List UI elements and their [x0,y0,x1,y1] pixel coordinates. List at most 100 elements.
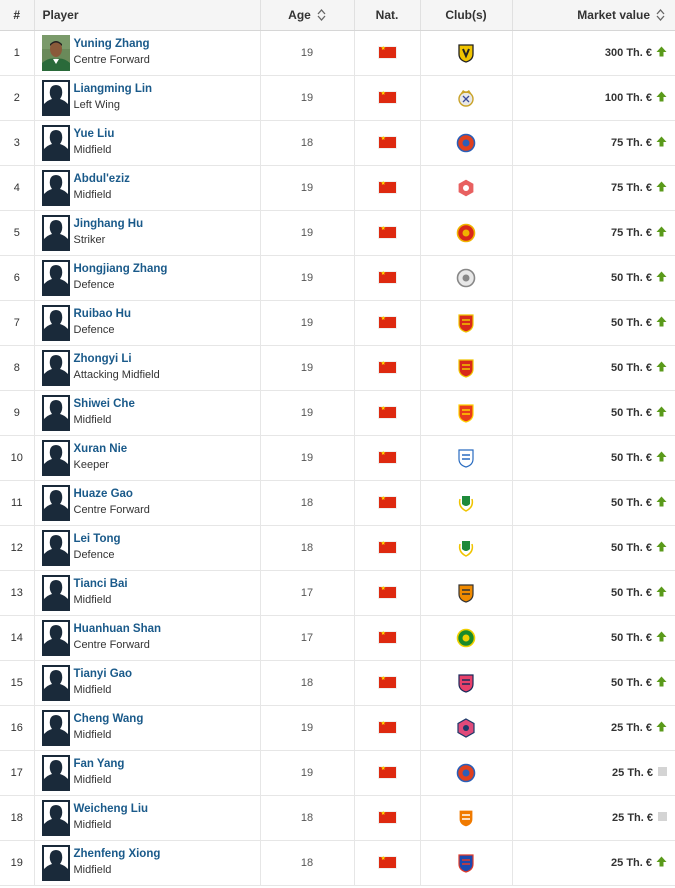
player-photo[interactable] [41,124,70,161]
nationality-cell [354,750,421,796]
table-row: 7Ruibao HuDefence1950 Th. € [0,300,675,346]
round-red-blue-crest-icon[interactable] [456,133,476,152]
red-crown-shield-crest-icon[interactable] [456,403,476,423]
sort-icon[interactable] [656,8,665,21]
china-flag-icon[interactable] [378,765,396,779]
player-photo[interactable] [41,574,70,611]
red-round-crest-icon[interactable] [456,223,476,242]
player-photo[interactable] [41,34,70,71]
china-flag-icon[interactable] [378,495,396,509]
green-wreath-crest-icon[interactable] [456,540,476,557]
player-name-link[interactable]: Tianyi Gao [74,667,133,682]
player-age: 17 [260,615,355,661]
row-number: 19 [0,840,35,886]
player-name-link[interactable]: Zhongyi Li [74,352,160,367]
sort-icon[interactable] [317,8,326,21]
orange-tiger-shield-crest-icon[interactable] [456,583,476,603]
player-cell: Fan Yang Midfield [34,750,261,796]
player-photo[interactable] [41,304,70,341]
player-photo[interactable] [41,799,70,836]
club-cell [420,525,513,571]
player-name-link[interactable]: Abdul'eziz [74,172,130,187]
china-flag-icon[interactable] [378,720,396,734]
player-name-link[interactable]: Hongjiang Zhang [74,262,168,277]
player-name-link[interactable]: Tianci Bai [74,577,128,592]
player-name-link[interactable]: Liangming Lin [74,82,153,97]
real-madrid-crest-icon[interactable] [456,89,476,107]
player-name-link[interactable]: Shiwei Che [74,397,135,412]
club-cell [420,750,513,796]
player-name-link[interactable]: Weicheng Liu [74,802,149,817]
player-name-link[interactable]: Cheng Wang [74,712,144,727]
china-flag-icon[interactable] [378,225,396,239]
player-name-link[interactable]: Huaze Gao [74,487,150,502]
round-red-blue-crest-icon[interactable] [456,763,476,782]
header-market-value[interactable]: Market value [512,0,675,31]
nationality-cell [354,75,421,121]
china-flag-icon[interactable] [378,90,396,104]
player-photo[interactable] [41,754,70,791]
player-photo[interactable] [41,844,70,881]
player-name-link[interactable]: Yue Liu [74,127,115,142]
red-shield-crest-icon[interactable] [456,358,476,378]
china-flag-icon[interactable] [378,135,396,149]
player-photo[interactable] [41,619,70,656]
player-name-link[interactable]: Lei Tong [74,532,121,547]
china-flag-icon[interactable] [378,405,396,419]
green-yellow-round-crest-icon[interactable] [456,628,476,647]
player-photo[interactable] [41,349,70,386]
china-flag-icon[interactable] [378,450,396,464]
china-flag-icon[interactable] [378,360,396,374]
player-name-link[interactable]: Yuning Zhang [74,37,150,52]
player-name-link[interactable]: Zhenfeng Xiong [74,847,161,862]
player-age: 17 [260,570,355,616]
vitesse-crest-icon[interactable] [456,43,476,63]
player-name-link[interactable]: Jinghang Hu [74,217,144,232]
trend-up-icon [656,586,667,597]
china-flag-icon[interactable] [378,315,396,329]
china-flag-icon[interactable] [378,810,396,824]
player-photo[interactable] [41,394,70,431]
player-age: 19 [260,390,355,436]
player-name-link[interactable]: Huanhuan Shan [74,622,162,637]
player-photo[interactable] [41,259,70,296]
player-age: 19 [260,210,355,256]
china-flag-icon[interactable] [378,180,396,194]
player-age: 18 [260,660,355,706]
player-name-link[interactable]: Fan Yang [74,757,125,772]
player-name-link[interactable]: Xuran Nie [74,442,128,457]
club-cell [420,300,513,346]
red-hexagon-crest-icon[interactable] [456,177,476,198]
green-wreath-crest-icon[interactable] [456,495,476,512]
table-row: 12Lei TongDefence1850 Th. € [0,525,675,571]
market-value-cell: 25 Th. € [512,750,675,796]
row-number: 3 [0,120,35,166]
player-photo[interactable] [41,214,70,251]
grey-ball-crest-icon[interactable] [456,268,476,287]
player-photo[interactable] [41,169,70,206]
player-photo[interactable] [41,484,70,521]
player-photo[interactable] [41,709,70,746]
red-shield-crest-icon[interactable] [456,313,476,333]
blue-striped-shield-crest-icon[interactable] [456,853,476,873]
china-flag-icon[interactable] [378,585,396,599]
market-value-cell: 50 Th. € [512,255,675,301]
trend-up-icon [656,226,667,237]
player-photo[interactable] [41,664,70,701]
player-photo[interactable] [41,79,70,116]
pink-star-crest-icon[interactable] [456,717,476,738]
china-flag-icon[interactable] [378,855,396,869]
player-photo[interactable] [41,529,70,566]
pink-navy-crest-icon[interactable] [456,673,476,693]
orange-shield-crest-icon[interactable] [456,808,476,828]
china-flag-icon[interactable] [378,270,396,284]
player-age: 18 [260,840,355,886]
china-flag-icon[interactable] [378,45,396,59]
blue-white-shield-crest-icon[interactable] [456,448,476,468]
player-name-link[interactable]: Ruibao Hu [74,307,132,322]
player-photo[interactable] [41,439,70,476]
china-flag-icon[interactable] [378,675,396,689]
china-flag-icon[interactable] [378,540,396,554]
china-flag-icon[interactable] [378,630,396,644]
header-age[interactable]: Age [260,0,355,31]
